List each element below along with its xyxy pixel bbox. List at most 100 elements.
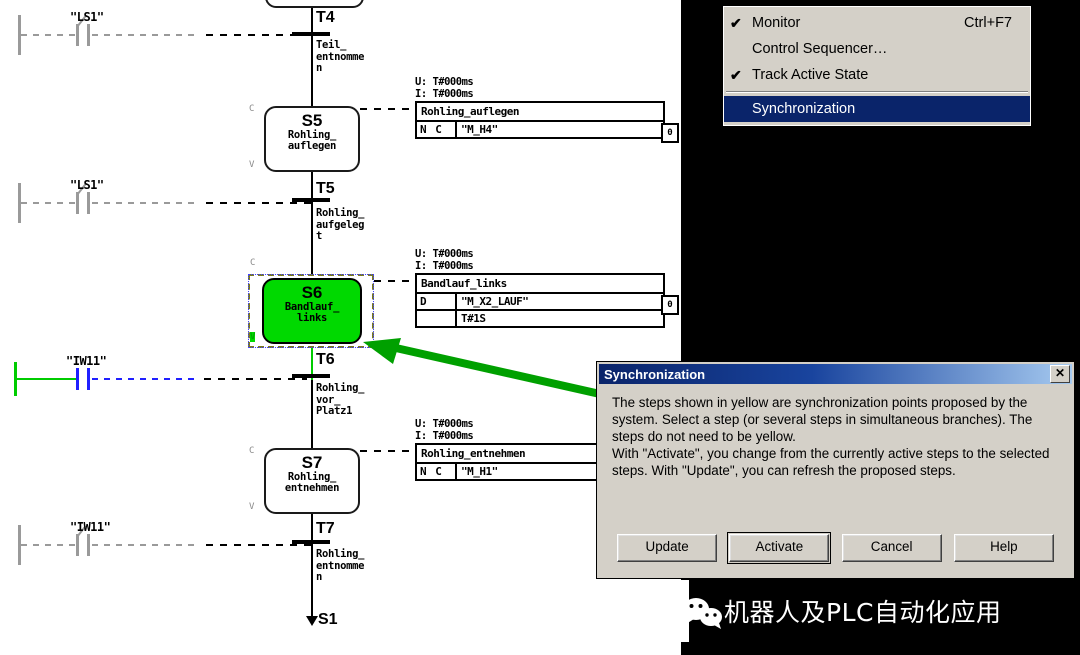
menu-item-synchronization[interactable]: Synchronization (724, 96, 1030, 122)
dialog-title-text: Synchronization (604, 366, 706, 382)
operand-label-t4: "LS1" (70, 10, 104, 24)
wire-right-t6 (92, 378, 195, 380)
wechat-watermark: 机器人及PLC自动化应用 (682, 588, 1080, 638)
wire-to-transition-t4 (206, 34, 311, 36)
wire-right-t5 (92, 202, 197, 204)
action-table-s5[interactable]: Rohling_auflegen N C "M_H4" (415, 101, 665, 139)
menu-item-track-active-state[interactable]: ✔ Track Active State (724, 62, 1030, 88)
contact-nc-t5[interactable] (76, 183, 90, 214)
transition-id-t4: T4 (316, 9, 335, 26)
transition-id-t5: T5 (316, 180, 335, 197)
menu-item-monitor[interactable]: ✔ Monitor Ctrl+F7 (724, 10, 1030, 36)
step-name-s6-line2: links (296, 312, 328, 324)
operand-label-t7: "IW11" (70, 520, 111, 534)
rail-cap-top-t7 (18, 525, 21, 528)
action-time-u-s5: U: T#000ms (415, 76, 474, 88)
contact-bar-right-t5 (87, 192, 90, 214)
menu-item-control-sequencer[interactable]: Control Sequencer… (724, 36, 1030, 62)
contact-bar-right-t7 (87, 534, 90, 556)
contact-no-t6[interactable] (76, 368, 90, 390)
watermark-white-patch (597, 580, 689, 642)
view-dropdown-menu[interactable]: ✔ Monitor Ctrl+F7 Control Sequencer… ✔ T… (723, 6, 1031, 126)
menu-item-label-synchronization: Synchronization (752, 101, 856, 117)
action-qualifier-s7-0: N C (417, 464, 457, 479)
transition-id-t7: T7 (316, 520, 335, 537)
wire-left-t7 (21, 544, 76, 546)
wire-right-t7 (92, 544, 197, 546)
operand-label-t5: "LS1" (70, 178, 104, 192)
help-button[interactable]: Help (953, 534, 1054, 562)
step-marker-c-s5: C (249, 104, 255, 114)
step-box-s5[interactable]: S5 Rohling_ auflegen (264, 106, 360, 172)
action-time-i-s6: I: T#000ms (415, 260, 474, 272)
action-row-s6-1[interactable]: T#1S (417, 311, 663, 326)
menu-item-label-track-active-state: Track Active State (752, 67, 869, 83)
action-header-s5: Rohling_auflegen (417, 103, 663, 122)
transition-name-t5: Rohling_ aufgeleg t (316, 207, 365, 242)
action-row-s5-0[interactable]: N C "M_H4" (417, 122, 663, 137)
action-block-s6[interactable]: U: T#000ms I: T#000ms Bandlauf_links D "… (415, 248, 665, 328)
update-button[interactable]: Update (617, 534, 718, 562)
rail-cap-bot-t4 (18, 52, 21, 55)
contact-bar-left-t6 (76, 368, 79, 390)
action-row-s6-0[interactable]: D "M_X2_LAUF" (417, 294, 663, 311)
step-marker-v-s5: V (249, 160, 255, 170)
contact-nc-t7[interactable] (76, 525, 90, 556)
wire-left-t6 (17, 378, 76, 380)
checkmark-icon-track-active-state: ✔ (730, 66, 742, 83)
dialog-body: The steps shown in yellow are synchroniz… (599, 384, 1072, 479)
rail-cap-top-t4 (18, 15, 21, 18)
transition-condition-rung-t5[interactable]: "LS1" (18, 178, 311, 226)
watermark-text: 机器人及PLC自动化应用 (724, 598, 1002, 627)
step-id-s5: S5 (301, 111, 323, 130)
rail-cap-top-t5 (18, 183, 21, 186)
action-block-s5[interactable]: U: T#000ms I: T#000ms Rohling_auflegen N… (415, 76, 665, 139)
wire-to-transition-t6 (204, 378, 307, 380)
step-box-partial-top[interactable] (265, 0, 364, 8)
dialog-titlebar[interactable]: Synchronization ✕ (599, 364, 1072, 384)
step-box-s7[interactable]: S7 Rohling_ entnehmen (264, 448, 360, 514)
action-qualifier-s6-1 (417, 311, 457, 326)
step-id-s6: S6 (301, 283, 323, 302)
contact-bar-right-t4 (87, 24, 90, 46)
sfc-editor-canvas[interactable]: T4 Teil_ entnomme n "LS1" S5 Rohling_ au… (0, 0, 683, 655)
action-stub-s7 (360, 450, 415, 452)
step-marker-c-s6: C (250, 258, 256, 268)
close-icon[interactable]: ✕ (1050, 365, 1070, 383)
action-stub-s6 (374, 280, 415, 282)
wire-to-transition-t7 (206, 544, 311, 546)
transition-name-t4: Teil_ entnomme n (316, 39, 365, 74)
step-box-s6[interactable]: S6 Bandlauf_ links (262, 278, 362, 344)
transition-condition-rung-t7[interactable]: "IW11" (18, 520, 311, 568)
transition-name-t7: Rohling_ entnomme n (316, 548, 365, 583)
transition-condition-rung-t4[interactable]: "LS1" (18, 10, 311, 58)
jump-target-label: S1 (318, 611, 338, 628)
action-value-s5-0: "M_H4" (461, 123, 498, 136)
activate-button[interactable]: Activate (727, 532, 832, 564)
action-qualifier-s5-0: N C (417, 122, 457, 137)
step-name-s7-line2: entnehmen (284, 482, 340, 494)
wechat-icon (683, 598, 722, 629)
action-header-s6: Bandlauf_links (417, 275, 663, 294)
wire-left-t5 (21, 202, 76, 204)
transition-condition-rung-t6[interactable]: "IW11" (14, 354, 307, 402)
step-marker-v-s6: V (250, 332, 256, 342)
wire-to-transition-t5 (206, 202, 311, 204)
contact-bar-right-t6 (87, 368, 90, 390)
wire-left-t4 (21, 34, 76, 36)
step-id-s7: S7 (301, 453, 323, 472)
rail-cap-bot-t5 (18, 220, 21, 223)
action-table-s6[interactable]: Bandlauf_links D "M_X2_LAUF" T#1S (415, 273, 665, 328)
connector-line-t5-s6 (311, 204, 313, 276)
contact-nc-t4[interactable] (76, 15, 90, 46)
action-value-s6-0: "M_X2_LAUF" (461, 295, 529, 308)
action-qualifier-s6-0: D (417, 294, 457, 309)
action-time-u-s6: U: T#000ms (415, 248, 474, 260)
checkmark-icon-monitor: ✔ (730, 14, 742, 31)
synchronization-dialog[interactable]: Synchronization ✕ The steps shown in yel… (597, 362, 1074, 578)
action-state-chip-s6: 0 (661, 295, 679, 315)
connector-line-t7-jump (311, 546, 313, 618)
step-name-s5-line2: auflegen (287, 140, 337, 152)
rail-cap-bot-t7 (18, 562, 21, 565)
cancel-button[interactable]: Cancel (841, 534, 942, 562)
